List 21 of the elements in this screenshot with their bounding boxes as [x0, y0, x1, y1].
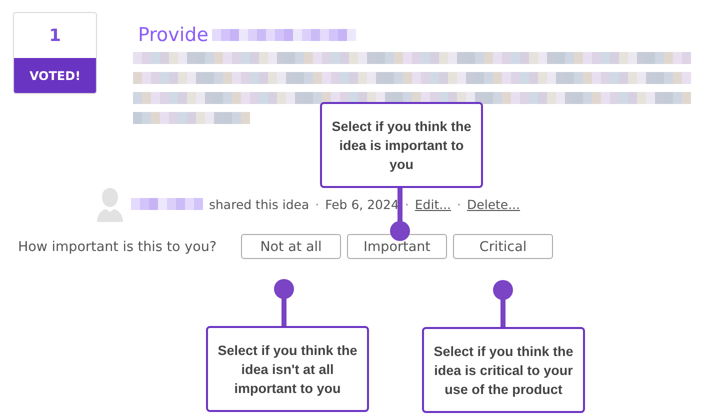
vote-count: 1 [48, 24, 62, 48]
callout-pointer [274, 279, 294, 326]
delete-link[interactable]: Delete... [467, 196, 520, 212]
importance-option[interactable]: Critical [453, 234, 553, 259]
separator-dot: · [404, 196, 409, 212]
callout-pointer [493, 280, 513, 327]
callout-text: Select if you think the idea is important to you [332, 118, 472, 174]
callout-text: Select if you think the idea isn't at all important to you [218, 342, 358, 398]
vote-box[interactable]: 1 VOTED! [13, 12, 97, 94]
importance-option[interactable]: Important [347, 234, 447, 259]
edit-link[interactable]: Edit... [414, 196, 452, 212]
avatar-icon [95, 186, 125, 222]
importance-option[interactable]: Not at all [241, 234, 341, 259]
idea-date: Feb 6, 2024 [325, 196, 399, 212]
separator-dot: · [315, 196, 320, 212]
voted-label: VOTED! [14, 58, 96, 93]
question-label: How important is this to you? [18, 238, 218, 254]
idea-title: Provide [138, 24, 208, 46]
callout-text: Select if you think the idea is critical to your use of the product [434, 342, 574, 398]
separator-dot: · [457, 196, 462, 212]
shared-text: shared this idea [209, 196, 310, 212]
